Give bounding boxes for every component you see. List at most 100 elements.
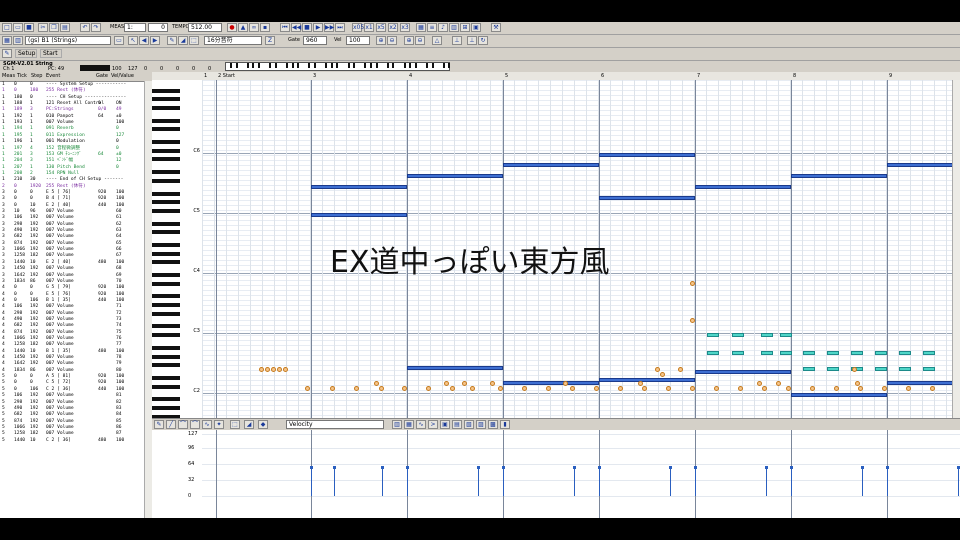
event-row[interactable]: 4 0 0 E 5 [ 76] 920 100 [0,292,145,298]
event-row[interactable]: 1 207 1 130 Pitch Bend 0 [0,165,145,171]
control-point[interactable] [354,386,359,391]
selected-note[interactable] [761,333,773,337]
control-point[interactable] [374,381,379,386]
selected-note[interactable] [923,367,935,371]
header-meas[interactable]: Meas [2,72,15,81]
black-key[interactable] [152,260,180,265]
tab-setup[interactable]: Setup [15,49,37,58]
velocity-handle[interactable] [861,466,864,469]
event-row[interactable]: 1 210 30 ---- End of CH Setup ------- [0,177,145,183]
black-key[interactable] [152,294,180,299]
control-point[interactable] [450,386,455,391]
h-zoom-in-icon[interactable]: ⊕ [404,36,414,45]
velocity-bar[interactable] [862,467,863,496]
event-row[interactable]: 1 192 1 010 Panpot 64 ±0 [0,114,145,120]
vel-h-icon[interactable]: ▨ [476,420,486,429]
undo-icon[interactable]: ↶ [80,23,90,32]
control-point[interactable] [638,381,643,386]
event-row[interactable]: 1 204 3 151 ﾍﾞﾝﾄﾞ幅 12 [0,158,145,164]
event-row[interactable]: 1 196 1 001 Modulation 0 [0,139,145,145]
keyboard-icon[interactable]: ▭ [114,36,124,45]
control-point[interactable] [678,367,683,372]
vel-i-icon[interactable]: ▩ [488,420,498,429]
rewind-icon[interactable]: ◀◀ [291,23,301,32]
event-row[interactable]: 4 1258 182 007 Volume 77 [0,342,145,348]
velocity-handle[interactable] [765,466,768,469]
event-row[interactable]: 1 195 1 011 Expression 127 [0,133,145,139]
zoom-x1-button[interactable]: x1 [364,23,374,32]
black-key[interactable] [152,375,180,380]
cut-icon[interactable]: ✂ [38,23,48,32]
control-point[interactable] [305,386,310,391]
control-point[interactable] [834,386,839,391]
selected-note[interactable] [875,351,887,355]
vel-c-icon[interactable]: ∿ [416,420,426,429]
event-row[interactable]: 4 0 0 G 5 [ 79] 920 100 [0,285,145,291]
velocity-handle[interactable] [381,466,384,469]
note[interactable] [503,381,599,385]
loop-icon[interactable]: ∞ [249,23,259,32]
event-row[interactable]: 1 201 3 153 GM ﾁｭｰﾆﾝｸﾞ 64 ±0 [0,152,145,158]
control-point[interactable] [490,381,495,386]
control-point[interactable] [762,386,767,391]
velocity-handle[interactable] [333,466,336,469]
black-key[interactable] [152,397,180,402]
curve-tool-icon[interactable]: ⌒ [178,420,188,429]
event-row[interactable]: 3 298 192 007 Volume 62 [0,222,145,228]
fast-forward-icon[interactable]: ▶▶ [324,23,334,32]
velocity-handle[interactable] [310,466,313,469]
velocity-bar[interactable] [478,467,479,496]
velocity-handle[interactable] [502,466,505,469]
event-row[interactable]: 4 1440 10 B 1 [ 35] 480 100 [0,349,145,355]
black-key[interactable] [152,140,180,145]
redo-icon[interactable]: ↷ [91,23,101,32]
velocity-bar[interactable] [599,467,600,496]
note[interactable] [503,163,599,167]
control-point[interactable] [563,381,568,386]
velocity-bar[interactable] [958,467,959,496]
black-key[interactable] [152,170,180,175]
header-step[interactable]: Step [31,72,42,81]
vel-e-icon[interactable]: ▣ [440,420,450,429]
event-row[interactable]: 1 189 3 PC:Strings 0/0 49 [0,107,145,113]
record-icon[interactable]: ● [227,23,237,32]
black-key[interactable] [152,333,180,338]
black-key[interactable] [152,281,180,286]
zoom-x2-button[interactable]: x2 [388,23,398,32]
event-row[interactable]: 3 0 0 B 4 [ 71] 920 100 [0,196,145,202]
event-row[interactable]: 1 180 0 ---- CH Setup --------------- [0,95,145,101]
control-point[interactable] [265,367,270,372]
instrument-icon[interactable]: ▥ [13,36,23,45]
zoom-in-icon[interactable]: ⊕ [376,36,386,45]
control-point[interactable] [906,386,911,391]
selected-note[interactable] [707,351,719,355]
control-point[interactable] [546,386,551,391]
black-key[interactable] [152,311,180,316]
tick-field[interactable]: 0 [148,23,168,32]
tools-icon[interactable]: ⚒ [491,23,501,32]
vel-j-icon[interactable]: ▮ [500,420,510,429]
list-icon[interactable]: ≡ [427,23,437,32]
vel-a-icon[interactable]: ▥ [392,420,402,429]
velocity-bar[interactable] [791,467,792,496]
event-row[interactable]: 4 682 192 007 Volume 74 [0,323,145,329]
paste-icon[interactable]: ▤ [60,23,70,32]
control-point[interactable] [810,386,815,391]
zoom-x05-button[interactable]: x05 [352,23,364,32]
event-row[interactable]: 5 0 0 C 5 [ 72] 920 100 [0,380,145,386]
control-point[interactable] [462,381,467,386]
note[interactable] [599,378,695,382]
view-icon[interactable]: ▦ [416,23,426,32]
event-row[interactable]: 5 874 192 007 Volume 85 [0,419,145,425]
black-key[interactable] [152,221,180,226]
panel-icon[interactable]: ▣ [471,23,481,32]
header-event[interactable]: Event [46,72,60,81]
control-point[interactable] [690,386,695,391]
control-point[interactable] [642,386,647,391]
event-row[interactable]: 1 208 2 154 RPN Null [0,171,145,177]
vel-d-icon[interactable]: > [428,420,438,429]
black-key[interactable] [152,157,180,162]
step-record-icon[interactable]: ▪ [260,23,270,32]
vel-field[interactable]: 100 [346,36,370,45]
next-icon[interactable]: ▶ [150,36,160,45]
